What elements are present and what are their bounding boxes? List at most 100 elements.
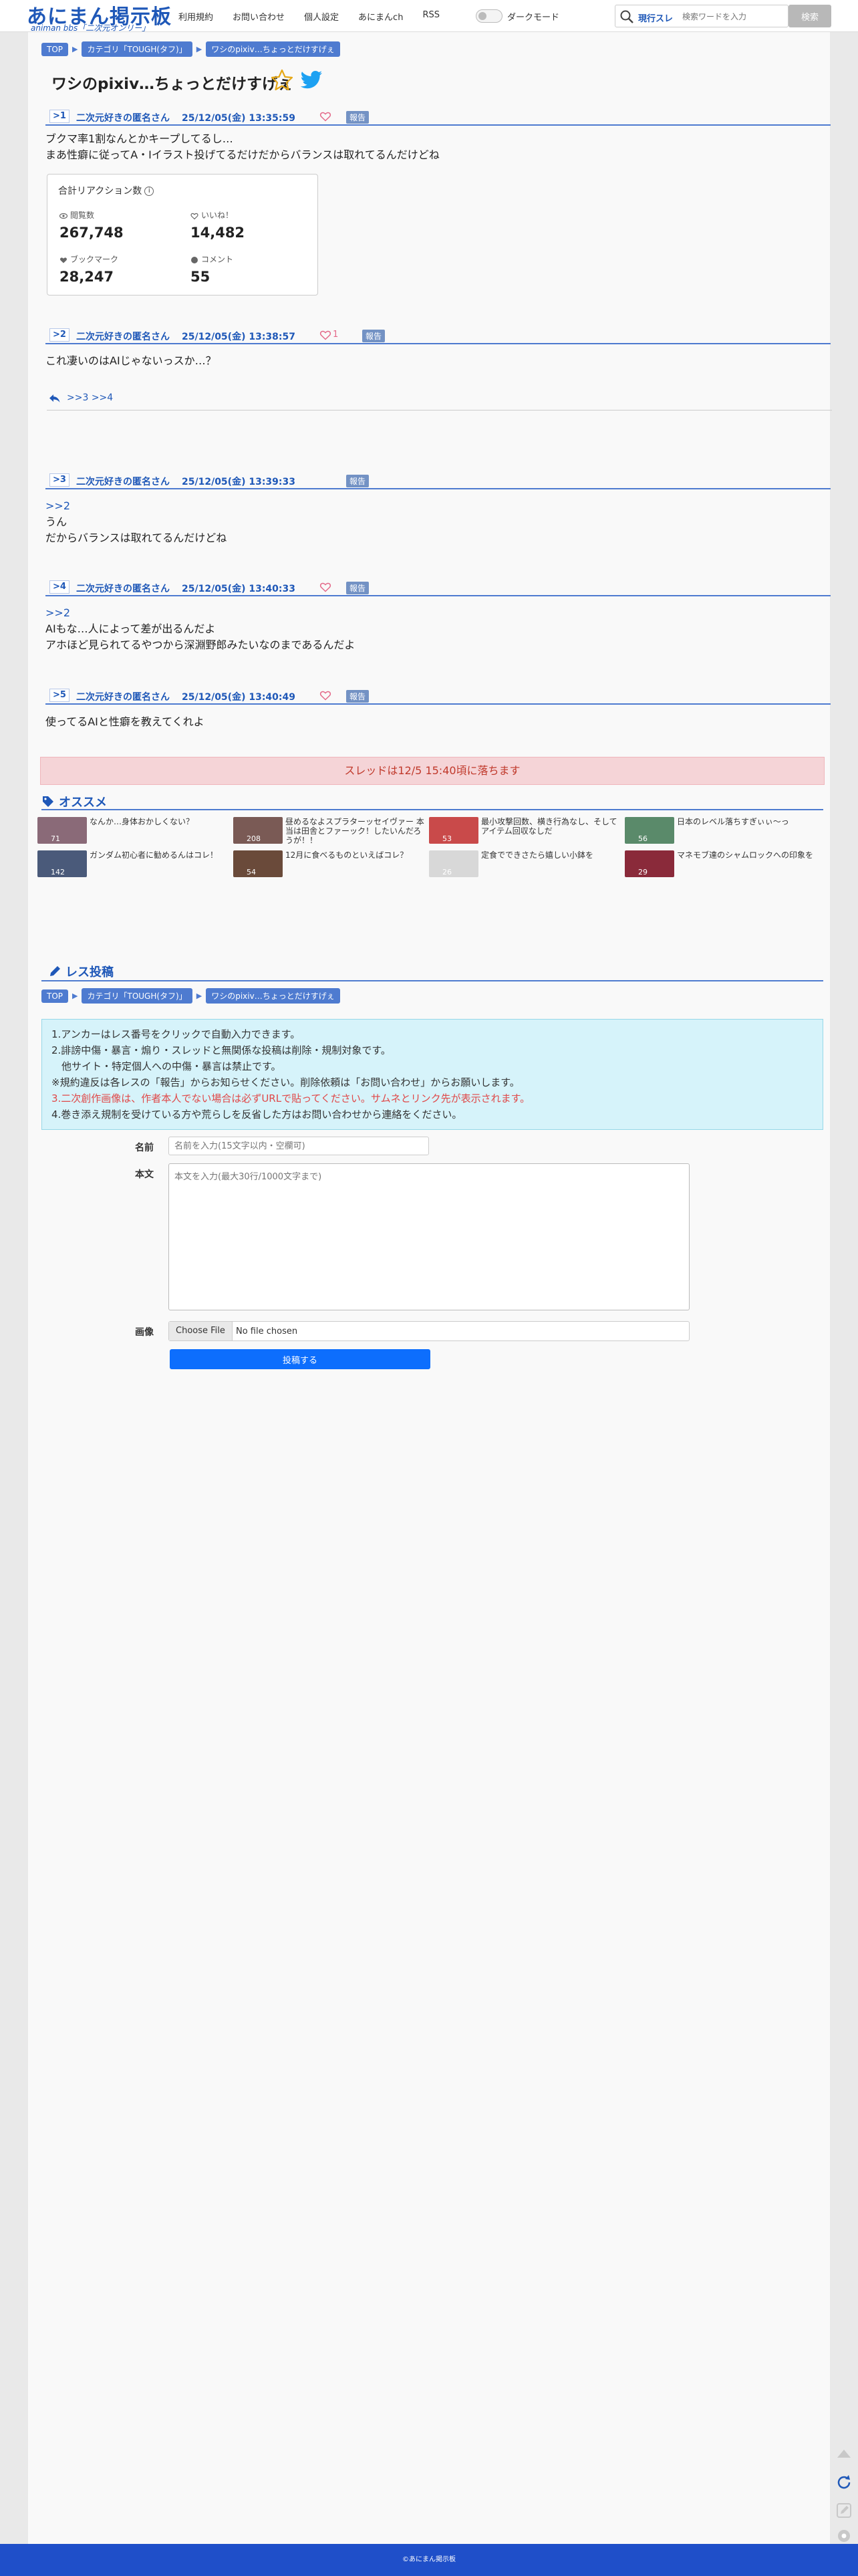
recommend-comment-count: 71 (51, 834, 60, 843)
name-field[interactable] (168, 1137, 429, 1155)
recommend-item[interactable]: 71 なんか…身体おかしくない？ (37, 817, 233, 844)
post-number[interactable]: >5 (49, 689, 69, 702)
recommend-title[interactable]: なんか…身体おかしくない？ (90, 817, 231, 844)
post-number-value: 3 (59, 475, 66, 485)
recommend-item[interactable]: 54 12月に食べるものといえばコレ？ (233, 850, 428, 877)
post-body: これ凄いのはAIじゃないっスか…？ (45, 353, 217, 369)
report-button[interactable]: 報告 (346, 475, 370, 487)
eye-icon (59, 213, 67, 219)
choose-file-button[interactable]: Choose File (169, 1322, 233, 1340)
post-line: アホほど見られてるやつから深淵野郎みたいなのまであるんだよ (45, 638, 355, 651)
reply-links-bar: >>3 >>4 (47, 390, 832, 411)
reload-icon[interactable] (834, 2472, 854, 2492)
crumb-top[interactable]: TOP (41, 989, 69, 1003)
image-file-input[interactable]: Choose File No file chosen (168, 1321, 690, 1341)
recommend-thumbnail[interactable]: 56 (625, 817, 674, 844)
recommend-title[interactable]: ガンダム初心者に勧めるんはコレ！ (90, 850, 231, 877)
like-heart-icon[interactable] (319, 329, 331, 341)
settings-gear-icon[interactable] (834, 2526, 854, 2546)
report-button[interactable]: 報告 (362, 330, 386, 342)
recommend-thumbnail[interactable]: 26 (429, 850, 478, 877)
post-date: 25/12/05(金) 13:40:33 (182, 584, 295, 594)
poster-name: 二次元好きの匿名さん (76, 113, 170, 124)
post-number[interactable]: >3 (49, 473, 69, 487)
recommend-thumbnail[interactable]: 29 (625, 850, 674, 877)
crumb-category[interactable]: カテゴリ「TOUGH(タフ)」 (82, 988, 192, 1004)
post-anchor[interactable]: >>2 (45, 498, 227, 514)
recommend-item[interactable]: 26 定食でできさたら嬉しい小鉢を (429, 850, 624, 877)
recommend-thumbnail[interactable]: 142 (37, 850, 87, 877)
comment-icon (191, 256, 198, 263)
stat-label: コメント (190, 253, 233, 265)
thread-fall-notice: スレッドは12/5 15:40頃に落ちます (40, 757, 825, 785)
recommend-title[interactable]: 最小攻撃回数、横き行為なし、そしてアイテム回収なしだ (481, 817, 623, 844)
crumb-separator: ▶ (72, 991, 78, 1000)
reply-links[interactable]: >>3 >>4 (67, 392, 113, 403)
poster-name: 二次元好きの匿名さん (76, 332, 170, 342)
post-line: ブクマ率1割なんとかキープしてるし… (45, 132, 233, 145)
stat-value: 28,247 (59, 269, 114, 285)
like-heart-icon[interactable] (319, 689, 331, 701)
recommend-item[interactable]: 29 マネモブ達のシャムロックへの印象を (625, 850, 820, 877)
crumb-thread[interactable]: ワシのpixiv…ちょっとだけすげぇ (206, 988, 340, 1004)
like-heart-icon[interactable] (319, 581, 331, 593)
post-body: >>2 AIもな…人によって差が出るんだよ アホほど見られてるやつから深淵野郎み… (45, 605, 355, 653)
stat-label: 閲覧数 (59, 209, 124, 221)
like-heart-icon[interactable] (319, 110, 331, 122)
post-header: >4 二次元好きの匿名さん 25/12/05(金) 13:40:33 報告 (45, 579, 831, 596)
recommend-comment-count: 142 (51, 868, 65, 876)
stat-value: 14,482 (190, 225, 245, 241)
stat-value: 55 (190, 269, 210, 285)
recommend-item[interactable]: 208 昼めるなよスプラターッセイヴァー 本当は田舎とファーック！したいんだろうが… (233, 817, 428, 844)
stat-bookmarks: ブックマーク 28,247 (59, 253, 118, 285)
section-divider (41, 809, 823, 810)
post-number-value: 5 (59, 690, 66, 700)
twitter-share-icon[interactable] (300, 70, 323, 90)
post-number-value: 2 (59, 330, 66, 340)
recommend-thumbnail[interactable]: 71 (37, 817, 87, 844)
report-button[interactable]: 報告 (346, 690, 370, 703)
recommend-thumbnail[interactable]: 208 (233, 817, 283, 844)
stat-label-text: 閲覧数 (70, 211, 95, 220)
tag-icon (43, 796, 53, 807)
body-field[interactable] (168, 1163, 690, 1310)
recommend-title-text: オススメ (59, 796, 107, 810)
crumb-separator: ▶ (196, 991, 202, 1000)
recommend-title: オススメ (41, 793, 107, 810)
recommend-title[interactable]: 日本のレベル落ちすぎぃぃ〜っ (677, 817, 819, 844)
stat-likes: いいね！ 14,482 (190, 209, 245, 241)
scroll-top-icon[interactable] (834, 2444, 854, 2464)
poster-name: 二次元好きの匿名さん (76, 584, 170, 594)
recommend-item[interactable]: 142 ガンダム初心者に勧めるんはコレ！ (37, 850, 233, 877)
post-header: >1 二次元好きの匿名さん 25/12/05(金) 13:35:59 報告 (45, 108, 831, 126)
favorite-star-icon[interactable] (270, 68, 294, 92)
stat-label-text: コメント (201, 255, 234, 264)
info-icon[interactable]: i (144, 187, 154, 196)
recommend-title[interactable]: 12月に食べるものといえばコレ？ (285, 850, 427, 877)
recommend-comment-count: 53 (442, 834, 452, 843)
post-number[interactable]: >1 (49, 110, 69, 123)
report-button[interactable]: 報告 (346, 582, 370, 594)
breadcrumb-bottom: TOP ▶ カテゴリ「TOUGH(タフ)」 ▶ ワシのpixiv…ちょっとだけす… (41, 988, 340, 1004)
submit-post-button[interactable]: 投稿する (170, 1349, 430, 1369)
post-anchor[interactable]: >>2 (45, 605, 355, 621)
recommend-title[interactable]: マネモブ達のシャムロックへの印象を (677, 850, 819, 877)
post-date: 25/12/05(金) 13:38:57 (182, 332, 295, 342)
recommend-thumbnail[interactable]: 54 (233, 850, 283, 877)
rule-line: 2.誹謗中傷・暴言・煽り・スレッドと無関係な投稿は削除・規制対象です。 (51, 1044, 391, 1056)
recommend-title[interactable]: 定食でできさたら嬉しい小鉢を (481, 850, 623, 877)
recommend-item[interactable]: 56 日本のレベル落ちすぎぃぃ〜っ (625, 817, 820, 844)
recommend-thumbnail[interactable]: 53 (429, 817, 478, 844)
post-number[interactable]: >4 (49, 580, 69, 594)
post-number[interactable]: >2 (49, 328, 69, 342)
reaction-title: 合計リアクション数 i (58, 184, 154, 197)
site-footer: ©あにまん掲示板 (0, 2544, 858, 2576)
thread-title: ワシのpixiv…ちょっとだけすげぇ (51, 76, 293, 93)
recommend-item[interactable]: 53 最小攻撃回数、横き行為なし、そしてアイテム回収なしだ (429, 817, 624, 844)
recommend-comment-count: 26 (442, 868, 452, 876)
recommend-title[interactable]: 昼めるなよスプラターッセイヴァー 本当は田舎とファーック！したいんだろうが！！ (285, 817, 427, 844)
post-line: まあ性癖に従ってA・Iイラスト投げてるだけだからバランスは取れてるんだけどね (45, 148, 440, 161)
compose-icon[interactable] (834, 2500, 854, 2521)
reply-arrow-icon (49, 394, 60, 402)
report-button[interactable]: 報告 (346, 111, 370, 124)
